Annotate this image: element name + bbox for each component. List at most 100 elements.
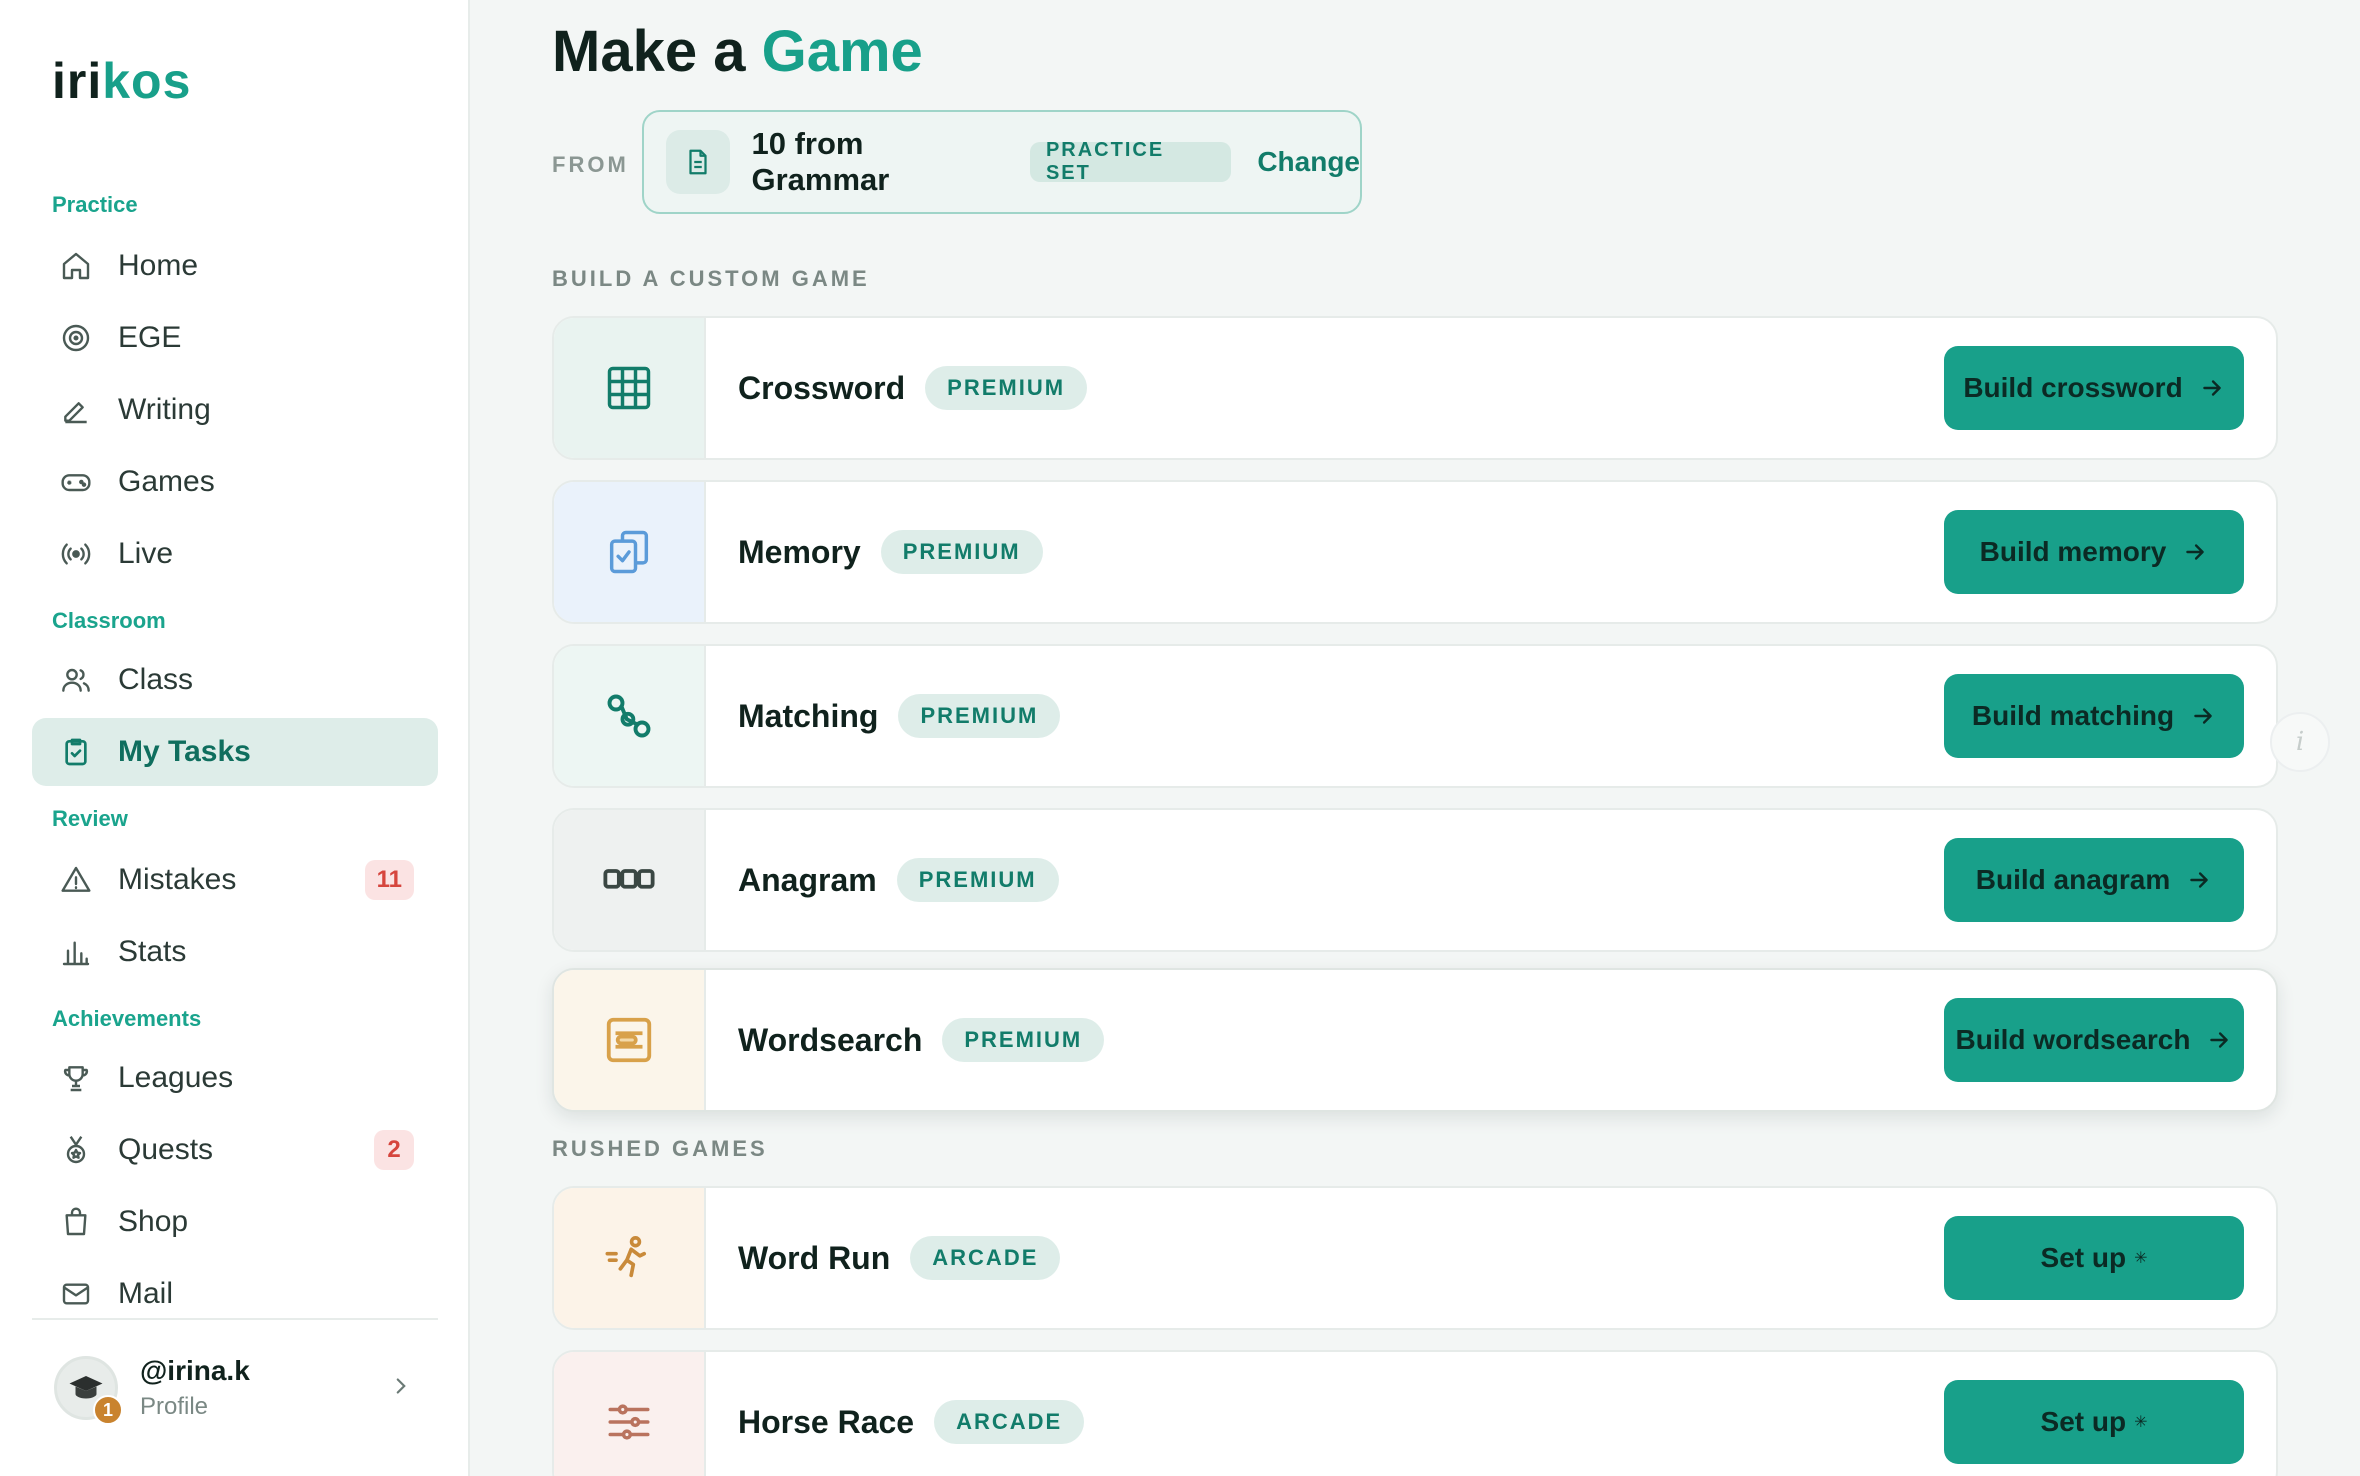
premium-tag: PREMIUM: [925, 366, 1088, 410]
sparkle-icon: ✳: [2134, 1250, 2148, 1267]
sidebar-item-home[interactable]: Home: [32, 232, 438, 300]
game-name: Horse Race: [738, 1403, 915, 1440]
trophy-icon: [58, 1060, 94, 1096]
profile-subtitle: Profile: [140, 1393, 209, 1420]
page-title: Make a Game: [552, 19, 923, 84]
sidebar-divider: [32, 1318, 438, 1320]
build-matching-button[interactable]: Build matching: [1944, 674, 2244, 758]
cards-icon: [609, 530, 649, 574]
game-thumb: [554, 646, 706, 786]
sidebar-item-my-tasks[interactable]: My Tasks: [32, 718, 438, 786]
document-icon: [666, 130, 730, 194]
sidebar-item-class[interactable]: Class: [32, 646, 438, 714]
sidebar-item-label: Class: [118, 663, 194, 696]
sidebar-item-label: Live: [118, 537, 174, 570]
broadcast-icon: [58, 536, 94, 572]
premium-tag: PREMIUM: [896, 858, 1059, 902]
sidebar-item-live[interactable]: Live: [32, 520, 438, 588]
sidebar-item-label: Home: [118, 249, 199, 282]
from-label: FROM: [552, 152, 629, 177]
arcade-tag: ARCADE: [934, 1400, 1085, 1444]
build-memory-button[interactable]: Build memory: [1944, 510, 2244, 594]
mail-icon: [58, 1276, 94, 1312]
game-name: Anagram: [738, 861, 877, 898]
game-thumb: [554, 482, 706, 622]
sidebar-item-label: EGE: [118, 321, 182, 354]
sidebar-item-label: Shop: [118, 1205, 189, 1238]
sidebar-item-label: Mail: [118, 1277, 174, 1310]
custom-games-label: BUILD A CUSTOM GAME: [552, 266, 870, 291]
sidebar-item-quests[interactable]: Quests 2: [32, 1116, 438, 1184]
build-anagram-button[interactable]: Build anagram: [1944, 838, 2244, 922]
game-thumb: [554, 318, 706, 458]
section-label-achievements: Achievements: [52, 1006, 202, 1031]
game-name: Wordsearch: [738, 1021, 923, 1058]
sidebar-item-label: My Tasks: [118, 735, 251, 768]
sparkle-icon: ✳: [2134, 1414, 2148, 1431]
sidebar: irikos Practice Home EGE Writing Games L…: [0, 0, 470, 1476]
sidebar-item-label: Mistakes: [118, 863, 237, 896]
section-label-review: Review: [52, 806, 128, 831]
sidebar-item-leagues[interactable]: Leagues: [32, 1044, 438, 1112]
game-thumb: [554, 1352, 706, 1476]
shopping-bag-icon: [58, 1204, 94, 1240]
arrow-right-icon: [2199, 375, 2225, 401]
letter-tiles-icon: [603, 869, 655, 889]
arcade-tag: ARCADE: [910, 1236, 1061, 1280]
target-icon: [58, 320, 94, 356]
quests-count-badge: 2: [374, 1130, 414, 1170]
logo[interactable]: irikos: [52, 52, 191, 110]
set-up-horse-race-button[interactable]: Set up ✳: [1944, 1380, 2244, 1464]
sidebar-item-label: Quests: [118, 1133, 214, 1166]
build-wordsearch-button[interactable]: Build wordsearch: [1944, 998, 2244, 1082]
arrow-right-icon: [2182, 539, 2208, 565]
premium-tag: PREMIUM: [880, 530, 1043, 574]
medal-icon: [58, 1132, 94, 1168]
profile-handle: @irina.k: [140, 1355, 250, 1386]
bar-chart-icon: [58, 934, 94, 970]
game-thumb: [554, 1188, 706, 1328]
arrow-right-icon: [2190, 703, 2216, 729]
level-badge: 1: [93, 1395, 123, 1425]
sidebar-item-stats[interactable]: Stats: [32, 918, 438, 986]
source-selector: 10 from Grammar PRACTICE SET Change: [642, 110, 1362, 214]
game-thumb: [554, 970, 706, 1110]
sidebar-item-shop[interactable]: Shop: [32, 1188, 438, 1256]
section-label-classroom: Classroom: [52, 608, 166, 633]
sidebar-item-label: Games: [118, 465, 215, 498]
game-thumb: [554, 810, 706, 950]
mistakes-count-badge: 11: [364, 860, 414, 900]
rushed-games-label: RUSHED GAMES: [552, 1136, 768, 1161]
arrow-right-icon: [2186, 867, 2212, 893]
game-name: Word Run: [738, 1239, 891, 1276]
sliders-icon: [608, 1404, 650, 1440]
runner-icon: [605, 1236, 647, 1278]
users-icon: [58, 662, 94, 698]
home-icon: [58, 248, 94, 284]
premium-tag: PREMIUM: [898, 694, 1061, 738]
sidebar-item-label: Stats: [118, 935, 187, 968]
sidebar-item-mistakes[interactable]: Mistakes 11: [32, 846, 438, 914]
game-card-wordsearch: Wordsearch PREMIUM Build wordsearch: [552, 968, 2278, 1112]
set-up-word-run-button[interactable]: Set up ✳: [1944, 1216, 2244, 1300]
clipboard-check-icon: [58, 734, 94, 770]
sidebar-item-games[interactable]: Games: [32, 448, 438, 516]
profile-card[interactable]: 1 @irina.k Profile: [32, 1340, 438, 1436]
premium-tag: PREMIUM: [942, 1018, 1105, 1062]
source-type-tag: PRACTICE SET: [1029, 139, 1232, 184]
sidebar-item-label: Leagues: [118, 1061, 234, 1094]
sidebar-item-writing[interactable]: Writing: [32, 376, 438, 444]
game-card-memory: Memory PREMIUM Build memory: [552, 480, 2278, 624]
game-card-anagram: Anagram PREMIUM Build anagram: [552, 808, 2278, 952]
gamepad-icon: [58, 464, 94, 500]
sidebar-item-ege[interactable]: EGE: [32, 304, 438, 372]
build-crossword-button[interactable]: Build crossword: [1944, 346, 2244, 430]
game-name: Crossword: [738, 369, 906, 406]
change-source-link[interactable]: Change: [1257, 146, 1360, 178]
info-icon[interactable]: i: [2270, 712, 2330, 772]
grid-icon: [607, 366, 651, 410]
source-name: 10 from Grammar: [751, 126, 890, 197]
game-card-matching: Matching PREMIUM Build matching: [552, 644, 2278, 788]
warning-icon: [58, 862, 94, 898]
game-card-crossword: Crossword PREMIUM Build crossword: [552, 316, 2278, 460]
